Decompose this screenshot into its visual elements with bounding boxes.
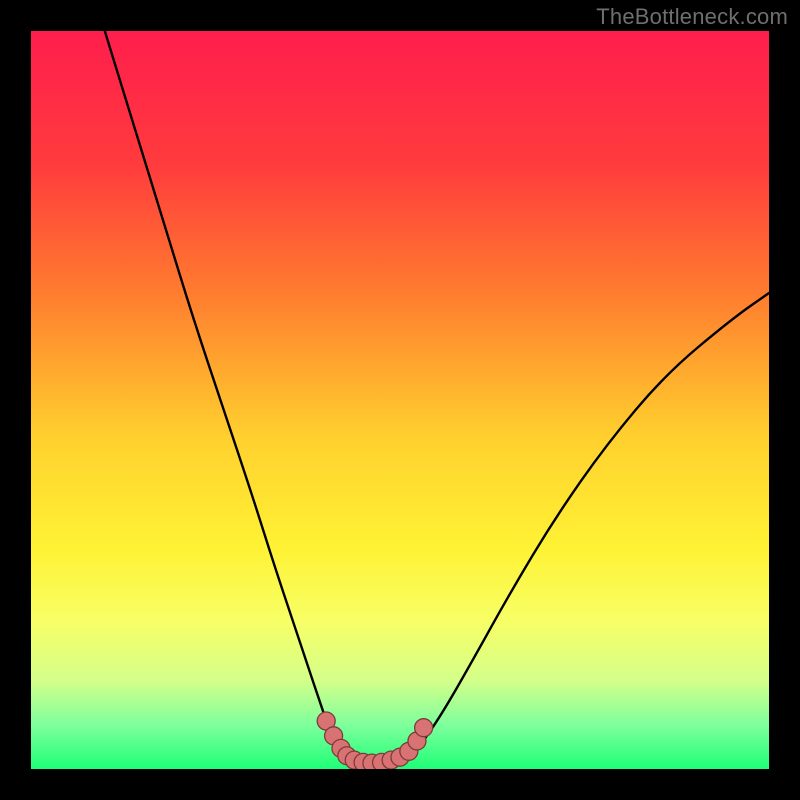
marker-dot <box>415 719 433 737</box>
watermark-text: TheBottleneck.com <box>596 4 788 30</box>
chart-svg <box>31 31 769 769</box>
chart-frame: TheBottleneck.com <box>0 0 800 800</box>
gradient-background <box>31 31 769 769</box>
plot-area <box>31 31 769 769</box>
